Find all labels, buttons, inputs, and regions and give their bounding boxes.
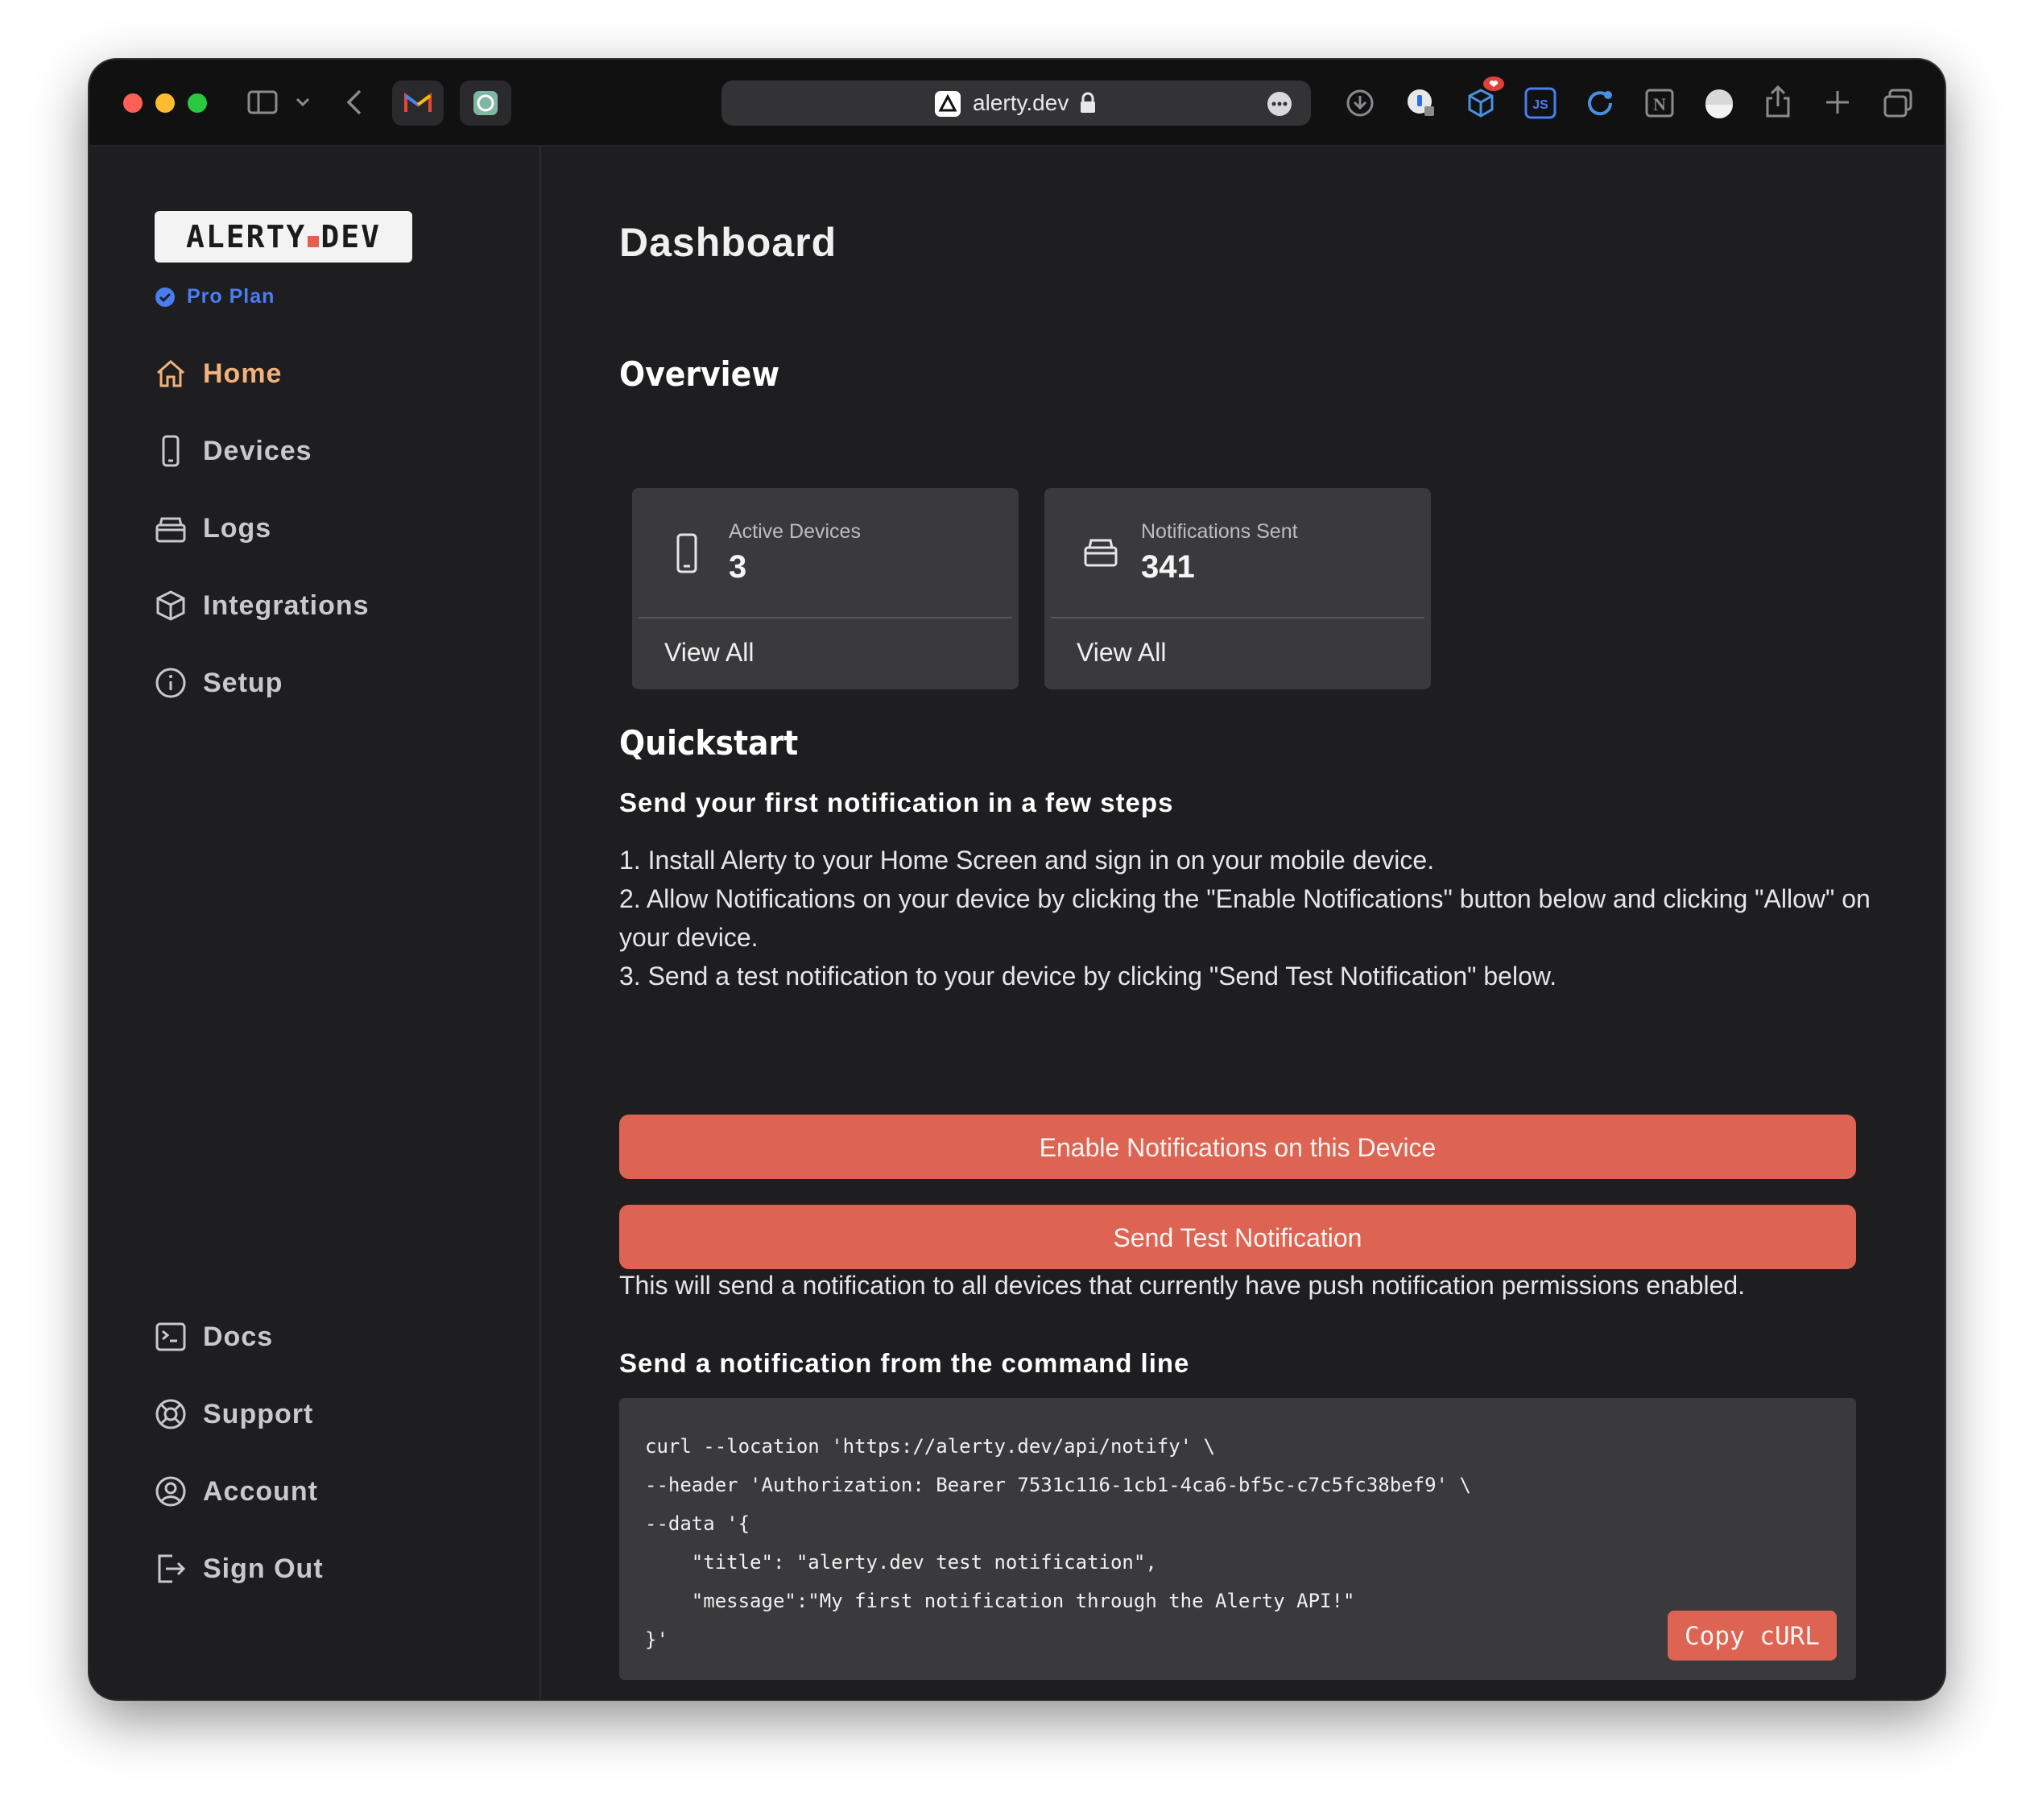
- overview-heading: Overview: [619, 354, 780, 394]
- plan-name: Pro Plan: [187, 285, 275, 308]
- code-line: --data '{: [645, 1512, 750, 1535]
- back-icon[interactable]: [345, 89, 363, 116]
- nav-logs[interactable]: Logs: [155, 512, 271, 544]
- phone-icon: [676, 533, 697, 573]
- tab-overview-icon[interactable]: [1882, 87, 1914, 119]
- profile-avatar-icon[interactable]: [1703, 87, 1735, 119]
- quickstart-steps: 1. Install Alerty to your Home Screen an…: [619, 841, 1875, 995]
- card-value: 341: [1141, 549, 1195, 585]
- code-line: "message":"My first notification through…: [645, 1590, 1355, 1612]
- code-line: }': [645, 1628, 668, 1651]
- sidebar: ALERTY DEV Pro Plan Home Devices Logs In…: [89, 147, 541, 1699]
- site-favicon-icon: [935, 91, 961, 117]
- close-window-button[interactable]: [123, 93, 143, 113]
- maximize-window-button[interactable]: [188, 93, 207, 113]
- notion-icon[interactable]: N: [1643, 87, 1676, 119]
- js-extension-icon[interactable]: JS: [1524, 87, 1557, 119]
- card-divider: [639, 617, 1012, 618]
- view-all-devices-link[interactable]: View All: [664, 638, 754, 668]
- info-icon: [155, 668, 186, 698]
- address-text: alerty.dev: [973, 90, 1069, 115]
- logo-dot: [308, 236, 320, 247]
- card-label: Notifications Sent: [1141, 520, 1298, 543]
- more-options-icon[interactable]: [1266, 90, 1293, 118]
- browser-toolbar: alerty.dev JS N: [89, 60, 1945, 147]
- card-value: 3: [729, 549, 747, 585]
- inbox-icon: [1084, 539, 1118, 567]
- address-bar[interactable]: alerty.dev: [721, 81, 1311, 126]
- svg-text:JS: JS: [1532, 98, 1548, 112]
- extension-cube-icon[interactable]: [1465, 76, 1505, 119]
- nav-setup[interactable]: Setup: [155, 667, 283, 699]
- user-circle-icon: [155, 1476, 186, 1507]
- code-line: "title": "alerty.dev test notification",: [645, 1551, 1157, 1574]
- terminal-icon: [155, 1322, 186, 1351]
- chevron-down-icon[interactable]: [296, 97, 310, 108]
- code-block: curl --location 'https://alerty.dev/api/…: [619, 1398, 1856, 1680]
- inbox-icon: [155, 517, 186, 543]
- card-divider: [1051, 617, 1424, 618]
- password-manager-icon[interactable]: [1405, 87, 1437, 119]
- downloads-icon[interactable]: [1346, 89, 1375, 118]
- verified-check-icon: [155, 287, 175, 307]
- nav-docs[interactable]: Docs: [155, 1321, 273, 1353]
- page-title: Dashboard: [619, 220, 837, 265]
- cube-icon: [156, 590, 185, 621]
- home-icon: [157, 360, 184, 387]
- alerty-logo[interactable]: ALERTY DEV: [155, 211, 412, 263]
- nav-home[interactable]: Home: [155, 358, 282, 390]
- nav-devices[interactable]: Devices: [155, 435, 312, 467]
- command-line-heading: Send a notification from the command lin…: [619, 1348, 1190, 1378]
- notifications-sent-card: Notifications Sent 341 View All: [1044, 488, 1431, 689]
- copy-curl-button[interactable]: Copy cURL: [1668, 1611, 1837, 1661]
- step-item: 2. Allow Notifications on your device by…: [619, 884, 1871, 952]
- share-icon[interactable]: [1764, 84, 1792, 119]
- view-all-notifications-link[interactable]: View All: [1077, 638, 1166, 668]
- svg-text:N: N: [1653, 94, 1666, 114]
- quickstart-heading: Quickstart: [619, 723, 799, 763]
- code-line: curl --location 'https://alerty.dev/api/…: [645, 1435, 1216, 1458]
- lock-icon: [1081, 92, 1095, 113]
- nav-sign-out[interactable]: Sign Out: [155, 1553, 324, 1585]
- plan-badge: Pro Plan: [155, 285, 275, 308]
- active-devices-card: Active Devices 3 View All: [632, 488, 1019, 689]
- gmail-tab-icon[interactable]: [392, 81, 444, 126]
- curl-command: curl --location 'https://alerty.dev/api/…: [645, 1427, 1471, 1659]
- nav-integrations[interactable]: Integrations: [155, 589, 370, 622]
- quickstart-subheading: Send your first notification in a few st…: [619, 788, 1174, 817]
- minimize-window-button[interactable]: [155, 93, 175, 113]
- sign-out-icon: [158, 1554, 186, 1583]
- sidebar-toggle-icon[interactable]: [247, 90, 278, 114]
- chatgpt-tab-icon[interactable]: [460, 81, 511, 126]
- nav-account[interactable]: Account: [155, 1475, 318, 1508]
- main-content: Dashboard Overview Active Devices 3 View…: [541, 147, 1945, 1699]
- step-item: 1. Install Alerty to your Home Screen an…: [619, 846, 1435, 875]
- nav-support[interactable]: Support: [155, 1398, 313, 1430]
- card-label: Active Devices: [729, 520, 861, 543]
- refresh-extension-icon[interactable]: [1584, 87, 1616, 119]
- enable-notifications-button[interactable]: Enable Notifications on this Device: [619, 1115, 1856, 1179]
- step-item: 3. Send a test notification to your devi…: [619, 962, 1557, 991]
- phone-icon: [162, 435, 180, 467]
- lifebuoy-icon: [155, 1399, 186, 1429]
- send-test-notification-button[interactable]: Send Test Notification: [619, 1205, 1856, 1269]
- browser-window: alerty.dev JS N ALERTY DEV Pro Plan Home…: [89, 60, 1945, 1699]
- code-line: --header 'Authorization: Bearer 7531c116…: [645, 1474, 1471, 1496]
- new-tab-icon[interactable]: [1824, 89, 1851, 116]
- test-notification-note: This will send a notification to all dev…: [619, 1271, 1746, 1300]
